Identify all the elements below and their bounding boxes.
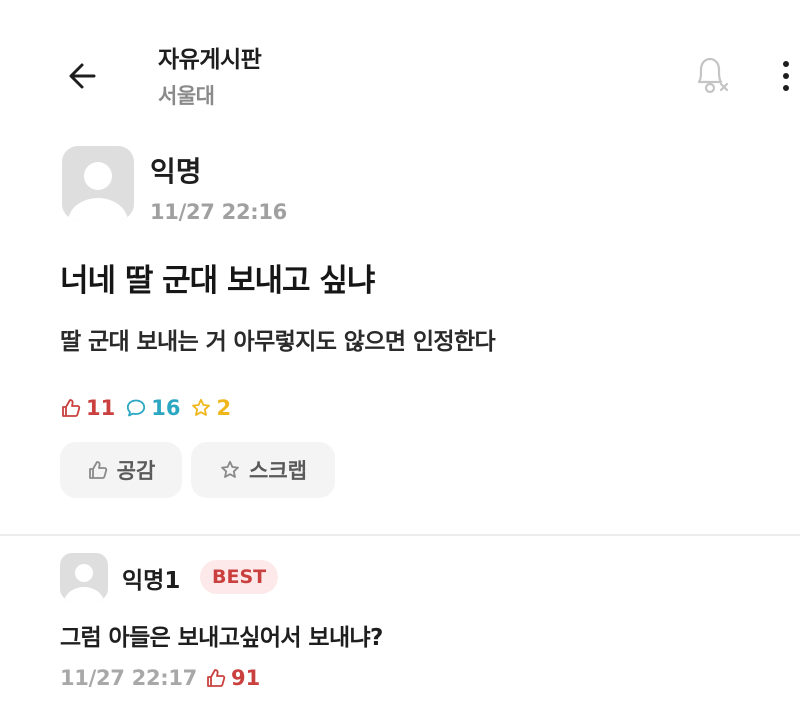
default-profile-icon bbox=[68, 162, 128, 220]
thumbs-up-icon bbox=[207, 669, 226, 687]
back-button[interactable] bbox=[60, 52, 108, 100]
board-title: 자유게시판 bbox=[158, 47, 262, 73]
thumbs-up-icon bbox=[62, 399, 81, 417]
comment-bubble-icon bbox=[127, 399, 146, 417]
arrow-left-icon bbox=[69, 63, 96, 89]
post-body: 딸 군대 보내는 거 아무렇지도 않으면 인정한다 bbox=[60, 329, 496, 355]
default-profile-icon bbox=[64, 564, 104, 601]
post-stats: 11 16 2 bbox=[60, 393, 231, 423]
bell-off-icon bbox=[697, 57, 729, 94]
star-icon bbox=[221, 460, 239, 478]
comment-author: 익명1 bbox=[122, 568, 181, 594]
post-author: 익명 bbox=[150, 155, 202, 188]
star-icon bbox=[192, 398, 211, 416]
comment-avatar bbox=[60, 553, 108, 601]
section-divider bbox=[0, 534, 800, 536]
more-options-button[interactable] bbox=[776, 56, 796, 96]
best-badge: BEST bbox=[200, 560, 279, 594]
post-date: 11/27 22:16 bbox=[150, 200, 287, 224]
comment-text: 그럼 아들은 보내고싶어서 보내냐? bbox=[60, 625, 383, 651]
thumbs-up-icon bbox=[88, 461, 107, 479]
like-button[interactable]: 공감 bbox=[60, 442, 182, 498]
post-title: 너네 딸 군대 보내고 싶냐 bbox=[60, 263, 375, 299]
like-count: 11 bbox=[60, 396, 115, 420]
author-avatar bbox=[62, 146, 134, 220]
comment-count: 16 bbox=[125, 396, 180, 420]
board-school: 서울대 bbox=[158, 84, 215, 108]
notification-toggle-button[interactable] bbox=[688, 52, 732, 98]
comment-like-button[interactable]: 91 bbox=[205, 666, 260, 690]
comment-meta: 11/27 22:17 91 bbox=[60, 666, 260, 690]
comment-date: 11/27 22:17 bbox=[60, 666, 197, 690]
scrap-button[interactable]: 스크랩 bbox=[191, 442, 335, 498]
more-vertical-icon bbox=[783, 61, 789, 91]
scrap-count: 2 bbox=[190, 396, 231, 420]
